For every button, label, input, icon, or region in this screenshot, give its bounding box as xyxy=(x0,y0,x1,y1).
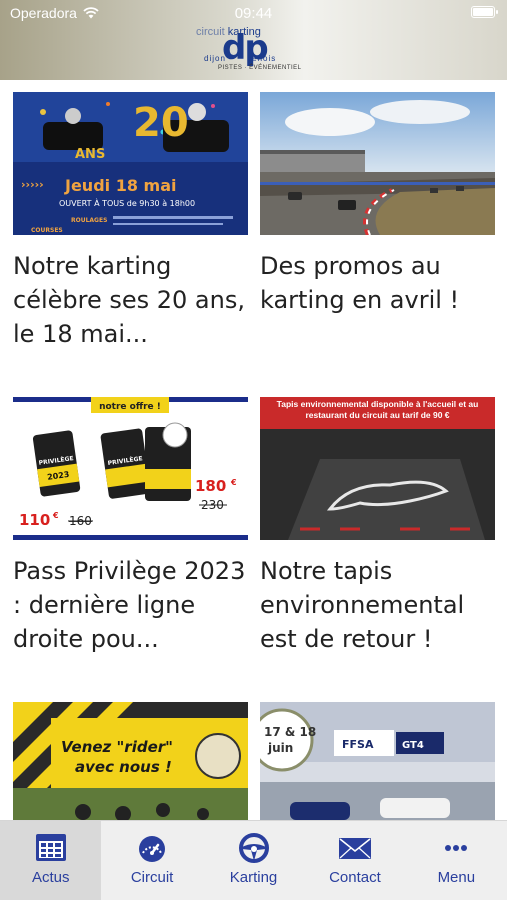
svg-text:110: 110 xyxy=(19,511,50,529)
news-card[interactable]: Des promos au karting en avril ! xyxy=(260,92,495,317)
bottom-tab-bar: Actus Circuit Karting Contact Menu xyxy=(0,820,507,900)
svg-text:ROULAGES: ROULAGES xyxy=(71,217,107,224)
svg-text:€: € xyxy=(52,511,59,520)
news-thumbnail-anniversary: 20 ANS ››››› Jeudi 18 mai OUVERT À TOUS … xyxy=(13,92,248,235)
envelope-icon xyxy=(338,838,371,859)
news-title: Notre karting célèbre ses 20 ans, le 18 … xyxy=(13,252,245,348)
news-thumbnail-pass: notre offre ! PRIVILÈGE 2023 PRIVILÈGE 1… xyxy=(13,397,248,540)
tab-label: Menu xyxy=(437,869,476,886)
news-thumbnail-ride: Venez "rider" avec nous ! xyxy=(13,702,248,820)
svg-text:20: 20 xyxy=(133,100,189,146)
news-card[interactable]: Tapis environnemental disponible à l'acc… xyxy=(260,397,495,656)
more-dots-icon xyxy=(445,845,468,851)
brand-logo[interactable]: circuit karting dp dijon renois PISTES ·… xyxy=(196,26,311,76)
calendar-grid-icon xyxy=(35,834,66,861)
svg-text:FFSA: FFSA xyxy=(342,738,374,751)
news-title: Notre tapis environnemental est de retou… xyxy=(260,557,465,653)
battery-icon xyxy=(471,6,498,18)
news-card[interactable]: notre offre ! PRIVILÈGE 2023 PRIVILÈGE 1… xyxy=(13,397,248,656)
news-thumbnail-track xyxy=(260,92,495,235)
news-thumbnail-mat: Tapis environnemental disponible à l'acc… xyxy=(260,397,495,540)
tab-label: Circuit xyxy=(130,869,174,886)
svg-text:17 & 18: 17 & 18 xyxy=(264,725,316,739)
svg-text:€: € xyxy=(230,478,237,487)
news-thumbnail-gt: 17 & 18 juin FFSA GT4 xyxy=(260,702,495,820)
logo-name: dijon renois xyxy=(204,54,277,63)
tab-label: Actus xyxy=(31,869,70,886)
news-card[interactable]: Venez "rider" avec nous ! xyxy=(13,702,248,820)
svg-text:ANS: ANS xyxy=(75,147,105,162)
svg-text:COURSES: COURSES xyxy=(31,227,63,234)
tab-karting[interactable]: Karting xyxy=(203,821,304,900)
tab-label: Contact xyxy=(329,869,381,886)
svg-text:Jeudi 18 mai: Jeudi 18 mai xyxy=(64,176,177,195)
news-title: Pass Privilège 2023 : dernière ligne dro… xyxy=(13,557,246,653)
news-grid: 20 ANS ››››› Jeudi 18 mai OUVERT À TOUS … xyxy=(0,80,507,820)
svg-text:OUVERT À TOUS de 9h30 à 18h00: OUVERT À TOUS de 9h30 à 18h00 xyxy=(59,197,195,208)
logo-tagline: PISTES · ÉVÉNEMENTIEL xyxy=(218,65,302,71)
svg-text:GT4: GT4 xyxy=(402,740,424,751)
tab-label: Karting xyxy=(229,869,278,886)
tab-circuit[interactable]: Circuit xyxy=(101,821,202,900)
status-time: 09:44 xyxy=(234,5,273,22)
news-card[interactable]: 20 ANS ››››› Jeudi 18 mai OUVERT À TOUS … xyxy=(13,92,248,351)
news-title: Des promos au karting en avril ! xyxy=(260,252,460,314)
steering-wheel-icon xyxy=(238,833,269,863)
svg-text:Venez "rider": Venez "rider" xyxy=(61,738,173,756)
speedometer-icon xyxy=(139,836,166,862)
tab-actus[interactable]: Actus xyxy=(0,821,102,900)
tab-contact[interactable]: Contact xyxy=(304,821,405,900)
svg-text:juin: juin xyxy=(267,741,293,755)
svg-text:avec nous !: avec nous ! xyxy=(75,758,172,776)
svg-text:180: 180 xyxy=(195,477,226,495)
news-card[interactable]: 17 & 18 juin FFSA GT4 xyxy=(260,702,495,820)
tab-menu[interactable]: Menu xyxy=(406,821,507,900)
svg-text:notre offre !: notre offre ! xyxy=(99,402,161,412)
app-header: Operadora 09:44 circuit karting dp dijon… xyxy=(0,0,507,80)
svg-text:›››››: ››››› xyxy=(21,178,44,191)
